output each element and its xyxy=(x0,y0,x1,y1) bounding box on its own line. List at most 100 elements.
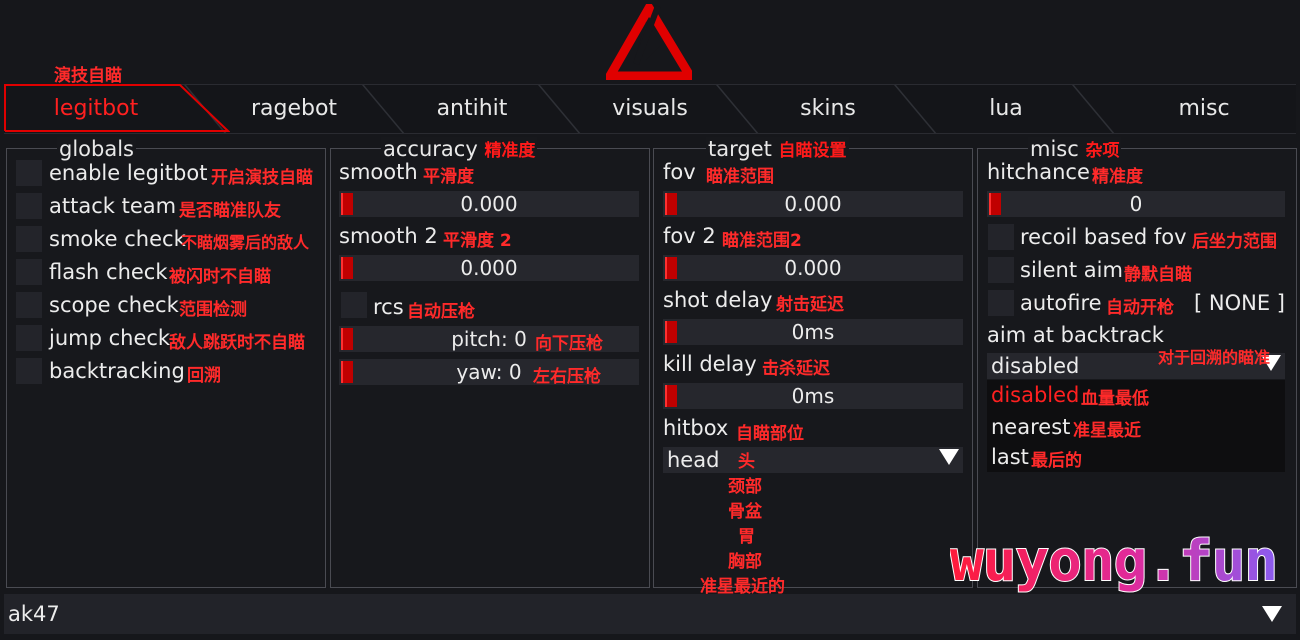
hitchance-value: 0 xyxy=(1129,192,1143,216)
kill-delay-slider[interactable]: 0ms xyxy=(663,383,963,409)
hitbox-dropdown[interactable]: head xyxy=(663,447,963,473)
backtracking-checkbox[interactable] xyxy=(16,358,42,384)
chevron-down-icon xyxy=(939,449,959,465)
aim-backtrack-label: aim at backtrack xyxy=(987,323,1164,347)
smooth-label: smooth xyxy=(339,160,418,184)
tab-antihit[interactable]: antihit xyxy=(382,85,562,133)
option-last[interactable]: last xyxy=(991,444,1029,470)
tab-skins[interactable]: skins xyxy=(738,85,918,133)
aim-backtrack-note: 对于回溯的瞄准 xyxy=(1158,348,1271,367)
fov2-label: fov 2 xyxy=(663,224,716,248)
shot-delay-value: 0ms xyxy=(791,320,835,344)
autofire-note: 自动开枪 xyxy=(1106,298,1174,318)
hitbox-selected: head xyxy=(667,448,720,472)
fov-note: 瞄准范围 xyxy=(706,167,774,187)
hitchance-label: hitchance xyxy=(987,160,1090,184)
shot-delay-note: 射击延迟 xyxy=(776,295,844,315)
flash-check-checkbox[interactable] xyxy=(16,259,42,285)
tab-misc[interactable]: misc xyxy=(1114,85,1294,133)
yaw-note: 左右压枪 xyxy=(533,367,601,387)
fov2-note: 瞄准范围2 xyxy=(722,231,802,251)
hitbox-note-neck: 颈部 xyxy=(728,477,762,497)
backtracking-note: 回溯 xyxy=(187,366,221,386)
autofire-keybind[interactable]: [ NONE ] xyxy=(1194,290,1285,316)
recoil-fov-note: 后坐力范围 xyxy=(1192,232,1277,252)
shot-delay-slider[interactable]: 0ms xyxy=(663,319,963,345)
smoke-check-label: smoke check xyxy=(49,227,186,251)
smoke-check-checkbox[interactable] xyxy=(16,226,42,252)
hitchance-note: 精准度 xyxy=(1092,167,1143,187)
jump-check-checkbox[interactable] xyxy=(16,325,42,351)
attack-team-note: 是否瞄准队友 xyxy=(179,201,281,221)
silent-aim-checkbox[interactable] xyxy=(988,257,1014,283)
globals-title: globals xyxy=(57,137,136,161)
smooth2-note: 平滑度 2 xyxy=(443,231,512,251)
shot-delay-label: shot delay xyxy=(663,288,773,312)
target-panel: target 自瞄设置 fov 瞄准范围 0.000 fov 2 瞄准范围2 0… xyxy=(653,137,973,588)
enable-legitbot-label: enable legitbot xyxy=(49,161,208,185)
hitbox-note-stomach: 胃 xyxy=(738,527,755,547)
watermark-text: wuyong.fun xyxy=(950,529,1277,594)
accuracy-panel: accuracy 精准度 smooth 平滑度 0.000 smooth 2 平… xyxy=(330,137,650,588)
weapon-dropdown[interactable]: ak47 xyxy=(4,594,1296,634)
smooth2-slider[interactable]: 0.000 xyxy=(339,255,639,281)
fov2-slider[interactable]: 0.000 xyxy=(663,255,963,281)
recoil-fov-label: recoil based fov xyxy=(1020,225,1187,249)
smooth2-label: smooth 2 xyxy=(339,224,438,248)
aim-backtrack-options: disabled 血量最低 nearest 准星最近 last 最后的 xyxy=(987,380,1285,472)
target-title-note: 自瞄设置 xyxy=(778,141,847,161)
misc-title-note: 杂项 xyxy=(1085,141,1120,161)
rcs-note: 自动压枪 xyxy=(407,302,475,322)
tab-ragebot[interactable]: ragebot xyxy=(204,85,384,133)
silent-aim-note: 静默自瞄 xyxy=(1124,265,1192,285)
misc-panel: misc 杂项 hitchance 精准度 0 recoil based fov… xyxy=(977,137,1297,588)
attack-team-checkbox[interactable] xyxy=(16,193,42,219)
autofire-label: autofire xyxy=(1020,291,1102,315)
active-tab-outline xyxy=(4,84,230,132)
option-nearest[interactable]: nearest xyxy=(991,414,1070,440)
tab-lua[interactable]: lua xyxy=(916,85,1096,133)
target-title-text: target xyxy=(708,137,772,161)
scope-check-checkbox[interactable] xyxy=(16,292,42,318)
accuracy-title-text: accuracy xyxy=(383,137,478,161)
enable-legitbot-checkbox[interactable] xyxy=(16,160,42,186)
recoil-fov-checkbox[interactable] xyxy=(988,224,1014,250)
tab-visuals[interactable]: visuals xyxy=(560,85,740,133)
fov2-value: 0.000 xyxy=(784,256,842,280)
legitbot-annotation: 演技自瞄 xyxy=(54,66,122,86)
enable-legitbot-note: 开启演技自瞄 xyxy=(211,168,313,188)
rcs-checkbox[interactable] xyxy=(341,292,367,318)
option-disabled-note: 血量最低 xyxy=(1081,389,1149,409)
kill-delay-note: 击杀延迟 xyxy=(762,359,830,379)
hitbox-note: 自瞄部位 xyxy=(736,424,804,444)
smooth-note: 平滑度 xyxy=(423,167,474,187)
weapon-selected: ak47 xyxy=(8,602,60,626)
hitbox-note-chest: 胸部 xyxy=(728,552,762,572)
aim-backtrack-selected: disabled xyxy=(991,354,1080,378)
hitchance-slider[interactable]: 0 xyxy=(987,191,1285,217)
option-disabled[interactable]: disabled xyxy=(991,382,1079,408)
fov-label: fov xyxy=(663,160,696,184)
flash-check-label: flash check xyxy=(49,260,168,284)
site-watermark: wuyong.fun xyxy=(950,528,1279,595)
chevron-down-icon xyxy=(1262,606,1282,622)
attack-team-label: attack team xyxy=(49,194,177,218)
silent-aim-label: silent aim xyxy=(1020,258,1123,282)
smooth-slider[interactable]: 0.000 xyxy=(339,191,639,217)
flash-check-note: 被闪时不自瞄 xyxy=(169,267,271,287)
hitbox-note-pelvis: 骨盆 xyxy=(728,502,762,522)
smooth2-value: 0.000 xyxy=(460,256,518,280)
hitbox-note-head: 头 xyxy=(738,452,755,472)
kill-delay-label: kill delay xyxy=(663,352,757,376)
accuracy-title-note: 精准度 xyxy=(484,141,536,161)
fov-value: 0.000 xyxy=(784,192,842,216)
option-nearest-note: 准星最近 xyxy=(1073,421,1141,441)
globals-panel: globals enable legitbot 开启演技自瞄 attack te… xyxy=(6,137,326,588)
rcs-label: rcs xyxy=(373,295,404,319)
fov-slider[interactable]: 0.000 xyxy=(663,191,963,217)
red-triangle-logo-icon xyxy=(606,4,692,80)
smooth-value: 0.000 xyxy=(460,192,518,216)
option-last-note: 最后的 xyxy=(1031,451,1082,471)
autofire-checkbox[interactable] xyxy=(988,290,1014,316)
smoke-check-note: 不瞄烟雾后的敌人 xyxy=(181,233,310,252)
